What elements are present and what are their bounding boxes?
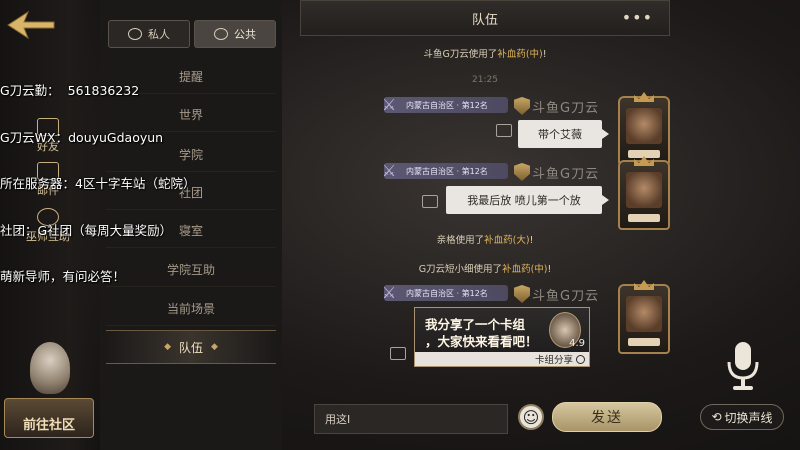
channel-team[interactable]: ◆ 队伍 ◆ [106,330,276,364]
system-text: ! [542,49,547,60]
card-line: ，大家快来看看吧！ [425,334,538,349]
avatar-face [626,296,662,332]
microphone-icon[interactable] [724,340,762,392]
item-name: 补血药(中) [497,49,543,60]
system-text: ! [547,264,552,275]
channel-team-label: 队伍 [178,340,203,355]
card-footer: 卡组分享 [415,352,589,366]
owl-icon [30,342,70,394]
platform-icon [390,347,406,360]
emoji-button[interactable]: ☺ [518,404,544,430]
sender-name: 斗鱼G刀云 [532,167,600,182]
switch-voice-label: 切换声线 [724,410,773,425]
chat-area: 队伍 ••• 斗鱼G刀云使用了补血药(中)! 21:25 ⚔ 内蒙古自治区 · 第… [300,0,670,450]
system-text: 亲格使用了 [436,235,485,246]
sender-name: 斗鱼G刀云 [532,289,600,304]
chat-bubble: 我最后放 喷儿第一个放 [446,186,609,214]
chat-input[interactable]: 用这I [314,404,508,434]
system-message: 斗鱼G刀云使用了补血药(中)! [300,46,670,60]
region-text: 内蒙古自治区 · 第12名 [406,288,488,298]
tab-private[interactable]: 私人 [108,20,190,48]
avatar[interactable] [618,280,670,354]
card-text: 我分享了一个卡组 ，大家快来看看吧！ [425,316,538,350]
crossed-swords-icon: ⚔ [381,95,397,114]
more-options-button[interactable]: ••• [622,8,653,27]
region-text: 内蒙古自治区 · 第12名 [406,100,488,110]
house-crest-icon [514,285,530,303]
public-chat-icon [214,28,228,40]
diamond-icon: ◆ [164,342,171,352]
chat-input-value: 用这I [325,413,351,426]
card-score: 4.9 [569,338,585,349]
overlay-line: 社团：G社团（每周大量奖励） [0,222,173,238]
house-crest-icon [514,163,530,181]
platform-icon [422,195,438,208]
overlay-line: 所在服务器：4区十字车站（蛇院） [0,176,196,191]
crossed-swords-icon: ⚔ [381,161,397,180]
avatar-tag [628,214,660,222]
region-badge: ⚔ 内蒙古自治区 · 第12名 [382,161,508,180]
platform-icon [496,124,512,137]
system-message: G刀云短小细使用了补血药(中)! [300,261,670,275]
stream-overlay: G刀云勤： 561836232 G刀云WX：douyuGdaoyun 所在服务器… [0,52,195,300]
system-text: G刀云短小细使用了 [418,264,503,275]
system-text: ! [529,235,534,246]
timestamp: 21:25 [472,75,498,85]
refresh-icon: ⟲ [711,410,722,424]
tab-public-label: 公共 [234,28,256,41]
item-name: 补血药(中) [502,264,548,275]
item-name: 补血药(大) [484,235,530,246]
crown-icon [634,92,654,102]
deck-share-card[interactable]: 我分享了一个卡组 ，大家快来看看吧！ 4.9 卡组分享 [414,307,590,367]
avatar-face [626,172,662,208]
card-footer-label: 卡组分享 [534,355,573,366]
sender-name: 斗鱼G刀云 [532,101,600,116]
avatar[interactable] [618,156,670,230]
switch-voice-button[interactable]: ⟲ 切换声线 [700,404,784,430]
avatar-tag [628,338,660,346]
card-line: 我分享了一个卡组 [425,317,526,332]
diamond-icon: ◆ [211,342,218,352]
house-crest-icon [514,97,530,115]
avatar[interactable] [618,92,670,166]
overlay-line: G刀云勤： 561836232 [0,83,140,98]
crown-icon [634,280,654,290]
region-badge: ⚔ 内蒙古自治区 · 第12名 [382,95,508,114]
chat-bubble: 带个艾薇 [518,120,609,148]
private-chat-icon [128,28,142,40]
tab-public[interactable]: 公共 [194,20,276,48]
chat-title: 队伍 [471,12,498,28]
back-arrow-icon[interactable] [6,8,56,42]
system-text: 斗鱼G刀云使用了 [423,49,498,60]
region-text: 内蒙古自治区 · 第12名 [406,166,488,176]
region-badge: ⚔ 内蒙古自治区 · 第12名 [382,283,508,302]
crossed-swords-icon: ⚔ [381,283,397,302]
search-icon [576,354,585,364]
overlay-line: G刀云WX：douyuGdaoyun [0,129,164,145]
chat-header: 队伍 ••• [300,0,670,36]
send-button[interactable]: 发送 [552,402,662,432]
system-message: 亲格使用了补血药(大)! [300,232,670,246]
tab-private-label: 私人 [148,28,170,41]
avatar-face [626,108,662,144]
overlay-line: 萌新导师，有问必答！ [0,269,126,284]
goto-community-button[interactable]: 前往社区 [4,398,94,438]
smile-icon: ☺ [522,407,540,427]
